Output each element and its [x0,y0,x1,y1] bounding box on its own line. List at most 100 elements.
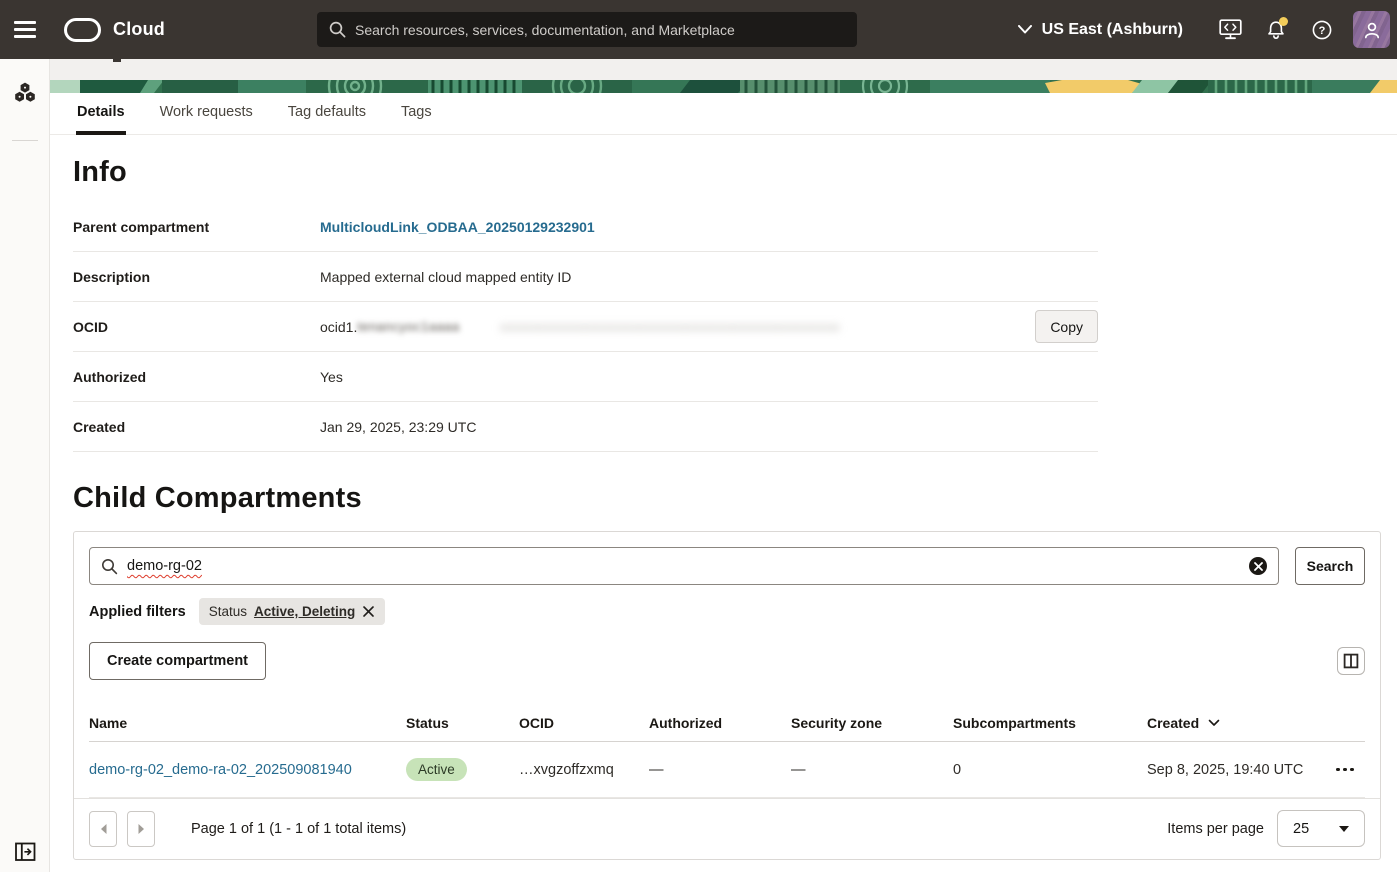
child-compartments-panel: demo-rg-02 Search Applied filters Status… [73,531,1381,860]
row-actions-menu-button[interactable] [1325,762,1365,778]
oracle-ring-icon [64,18,101,42]
help-button[interactable]: ? [1305,13,1339,47]
decorative-banner [50,80,1397,93]
items-per-page-control: Items per page 25 [1167,810,1365,847]
tab-work-requests[interactable]: Work requests [159,93,254,135]
banner-illustration [50,80,1397,93]
left-icon-rail [0,59,50,872]
table-actions-row: Create compartment [89,642,1365,680]
compartment-search-row: demo-rg-02 Search [89,547,1365,585]
items-per-page-label: Items per page [1167,821,1264,837]
region-label: US East (Ashburn) [1042,21,1183,39]
panel-expand-icon [15,842,36,862]
info-row-description: Description Mapped external cloud mapped… [73,252,1098,302]
authorized-value: Yes [320,369,1098,385]
search-button[interactable]: Search [1295,547,1365,585]
info-row-ocid: OCID ocid1. tenancyoc1aaaa aaaaaaaaaaaaa… [73,302,1098,352]
ocid-redacted: tenancyoc1aaaa [357,319,459,334]
row-authorized: — [649,762,791,778]
info-row-authorized: Authorized Yes [73,352,1098,402]
table-row: demo-rg-02_demo-ra-02_202509081940 Activ… [89,742,1365,798]
search-icon [101,558,118,575]
compartments-nav-button[interactable] [0,70,50,116]
status-filter-chip: Status Active, Deleting [199,598,386,625]
chip-prefix: Status [209,604,247,619]
column-header-authorized[interactable]: Authorized [649,715,791,731]
pagination-bar: Page 1 of 1 (1 - 1 of 1 total items) Ite… [74,798,1380,859]
column-header-security-zone[interactable]: Security zone [791,715,953,731]
global-search-input[interactable] [355,22,845,38]
column-header-status[interactable]: Status [406,715,519,731]
field-label: Created [73,419,320,435]
dropdown-caret-icon [1339,826,1349,832]
main-content: Details Work requests Tag defaults Tags … [50,59,1397,872]
column-header-subcompartments[interactable]: Subcompartments [953,715,1147,731]
applied-filters-row: Applied filters Status Active, Deleting [89,598,1365,625]
notification-dot [1279,17,1288,26]
column-header-name[interactable]: Name [89,715,406,731]
chevron-right-icon [137,823,146,835]
info-row-parent-compartment: Parent compartment MulticloudLink_ODBAA_… [73,202,1098,252]
field-label: Authorized [73,369,320,385]
compartments-icon [12,80,38,106]
cloud-shell-icon [1219,19,1242,40]
region-selector[interactable]: US East (Ashburn) [1018,21,1183,39]
header-actions: US East (Ashburn) ? [1018,0,1390,59]
previous-page-button[interactable] [89,811,117,847]
field-label: OCID [73,319,320,335]
items-per-page-select[interactable]: 25 [1277,810,1365,847]
columns-icon [1343,653,1359,669]
create-compartment-button[interactable]: Create compartment [89,642,266,680]
column-header-ocid[interactable]: OCID [519,715,649,731]
copy-ocid-button[interactable]: Copy [1035,310,1098,343]
row-created: Sep 8, 2025, 19:40 UTC [1147,762,1325,778]
hamburger-bars [14,21,36,38]
info-section: Info Parent compartment MulticloudLink_O… [50,156,1397,452]
info-rows: Parent compartment MulticloudLink_ODBAA_… [73,202,1098,452]
remove-filter-button[interactable] [362,605,375,618]
manage-columns-button[interactable] [1337,647,1365,675]
page-tabs: Details Work requests Tag defaults Tags [50,93,1397,135]
scrolled-header-strip [50,59,1397,80]
created-value: Jan 29, 2025, 23:29 UTC [320,419,1098,435]
help-icon: ? [1311,19,1333,41]
compartment-search-input[interactable]: demo-rg-02 [89,547,1279,585]
column-header-created[interactable]: Created [1147,715,1325,731]
applied-filters-label: Applied filters [89,604,186,620]
tab-tag-defaults[interactable]: Tag defaults [287,93,367,135]
tab-tags[interactable]: Tags [400,93,433,135]
global-search-bar[interactable] [317,12,857,47]
next-page-button[interactable] [127,811,155,847]
top-navigation-bar: Cloud US East (Ashburn) [0,0,1397,59]
clear-search-button[interactable] [1249,557,1267,575]
rail-divider [12,140,38,141]
table-header: Name Status OCID Authorized Security zon… [89,705,1365,742]
announcements-button[interactable] [1259,13,1293,47]
items-per-page-value: 25 [1293,821,1309,837]
info-title: Info [73,156,1397,189]
oracle-cloud-logo[interactable]: Cloud [64,18,165,42]
collapse-panel-button[interactable] [0,842,50,862]
search-query-text: demo-rg-02 [127,558,202,574]
hamburger-menu-icon[interactable] [0,0,50,59]
parent-compartment-link[interactable]: MulticloudLink_ODBAA_20250129232901 [320,219,595,235]
tab-details[interactable]: Details [76,93,126,135]
child-compartments-title: Child Compartments [73,482,1397,515]
cloud-shell-button[interactable] [1213,13,1247,47]
person-icon [1361,19,1383,41]
chip-value-link[interactable]: Active, Deleting [254,604,355,619]
search-icon [329,21,346,38]
ocid-prefix: ocid1. [320,319,357,335]
brand-name: Cloud [113,19,165,40]
field-label: Description [73,269,320,285]
created-header-label: Created [1147,715,1199,731]
chevron-left-icon [99,823,108,835]
sort-descending-icon [1208,719,1220,727]
field-label: Parent compartment [73,219,320,235]
compartment-name-link[interactable]: demo-rg-02_demo-ra-02_202509081940 [89,762,352,778]
close-icon [362,605,375,618]
row-security-zone: — [791,762,953,778]
profile-avatar[interactable] [1353,11,1390,48]
svg-text:?: ? [1319,25,1326,37]
ocid-value: ocid1. tenancyoc1aaaa aaaaaaaaaaaaaaaaaa… [320,310,1098,343]
